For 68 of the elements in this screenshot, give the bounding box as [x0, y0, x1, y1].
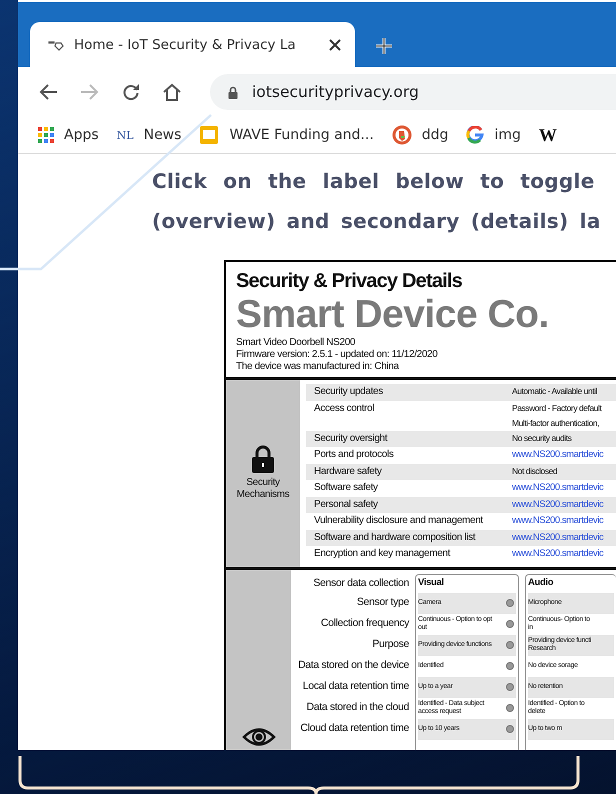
row-value: No security audits [512, 432, 572, 445]
tag-icon [48, 38, 64, 50]
browser-tab[interactable]: Home - IoT Security & Privacy La [30, 22, 355, 67]
bookmark[interactable]: WAVE Funding and... [199, 125, 374, 145]
info-icon[interactable] [506, 641, 514, 649]
device-info: The device was manufactured in: China [236, 361, 400, 373]
row-value: Not disclosed [512, 464, 558, 478]
device-info: Smart Video Doorbell NS200 [236, 337, 356, 349]
label-title: Security & Privacy Details [236, 270, 463, 293]
row-label: Sensor type [356, 594, 409, 610]
info-icon[interactable] [506, 704, 514, 712]
row-label: Sensor data collection [313, 576, 409, 590]
bookmark[interactable]: img [466, 126, 521, 144]
apps-grid-icon [38, 127, 54, 143]
row-label: Purpose [372, 636, 409, 652]
row-label: Personal safety [313, 498, 379, 512]
bookmark[interactable]: W [538, 124, 557, 146]
info-icon[interactable] [506, 620, 514, 628]
intro-text: (overview) and secondary (details) la [152, 208, 602, 235]
close-icon[interactable] [329, 38, 341, 50]
category-name: Security Mechanisms [236, 477, 290, 502]
row-label: Vulnerability disclosure and management [313, 514, 484, 528]
google-icon [466, 126, 484, 144]
lock-icon [251, 445, 275, 474]
device-info: Firmware version: 2.5.1 - updated on: 11/12/2020 [236, 349, 438, 361]
info-icon[interactable] [506, 599, 514, 607]
details-link[interactable]: www.NS200.smartdevic [512, 496, 604, 513]
row-label: Security updates [313, 385, 384, 399]
bookmark[interactable]: NL News [116, 127, 182, 143]
bookmark[interactable]: ddg [392, 125, 448, 145]
row-label: Data stored in the cloud [306, 700, 409, 714]
row-label: Collection frequency [320, 616, 409, 630]
duck-icon [392, 125, 412, 145]
info-icon[interactable] [506, 662, 514, 670]
home-icon[interactable] [162, 83, 182, 101]
details-link[interactable]: www.NS200.smartdevic [512, 546, 604, 562]
bookmark[interactable]: Apps [38, 127, 99, 143]
slides-icon [199, 125, 220, 145]
row-label: Software and hardware composition list [313, 530, 476, 544]
details-link[interactable]: www.NS200.smartdevic [512, 480, 604, 496]
row-label: Access control [313, 402, 376, 416]
back-icon[interactable] [38, 83, 58, 101]
intro-text: Click on the label below to toggle [152, 168, 596, 195]
row-label: Software safety [313, 481, 379, 495]
reload-icon[interactable] [122, 83, 140, 101]
details-link[interactable]: www.NS200.smartdevic [512, 447, 604, 464]
row-label: Ports and protocols [313, 448, 395, 462]
address-bar[interactable]: iotsecurityprivacy.org [210, 74, 616, 110]
info-icon[interactable] [506, 725, 514, 733]
row-label: Data stored on the device [298, 658, 409, 672]
row-value: Automatic - Available until [512, 385, 598, 398]
row-value: Password - Factory default Multi-factor authentication, [512, 402, 602, 430]
row-label: Encryption and key management [313, 547, 452, 561]
new-tab-icon[interactable] [375, 37, 393, 55]
eye-icon [242, 726, 276, 748]
brand-name: Smart Device Co. [236, 293, 550, 337]
details-link[interactable]: www.NS200.smartdevic [512, 530, 604, 546]
news-logo-icon: NL [116, 128, 134, 142]
privacy-label[interactable] [224, 260, 616, 750]
details-link[interactable]: www.NS200.smartdevic [512, 513, 604, 530]
sensor-name: Audio [528, 576, 554, 590]
sensor-name: Visual [418, 576, 445, 590]
info-icon[interactable] [506, 683, 514, 691]
row-label: Cloud data retention time [300, 720, 409, 736]
lock-icon [228, 86, 238, 98]
row-label: Hardware safety [313, 464, 383, 478]
row-label: Local data retention time [302, 678, 409, 694]
row-label: Security oversight [313, 432, 388, 446]
